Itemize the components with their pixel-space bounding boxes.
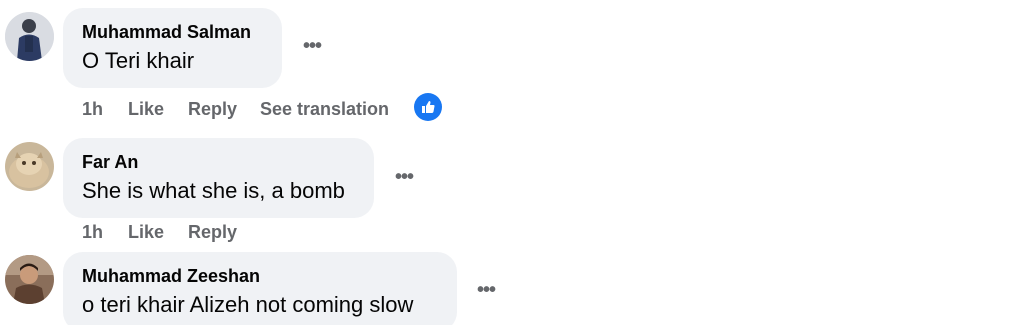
avatar[interactable] [5,142,54,191]
comment-text: She is what she is, a bomb [82,178,345,203]
comment-time[interactable]: 1h [82,221,103,243]
more-options-icon[interactable]: ••• [471,280,501,300]
comment-item: Muhammad Salman O Teri khair ••• 1h Like… [0,0,1025,130]
avatar-image [5,255,54,304]
comment-author[interactable]: Muhammad Salman [82,21,264,43]
more-options-icon[interactable]: ••• [389,167,419,187]
comment-item: Far An She is what she is, a bomb ••• 1h… [0,130,1025,245]
more-options-icon[interactable]: ••• [297,36,327,56]
thumbs-up-icon[interactable] [414,93,442,121]
avatar[interactable] [5,12,54,61]
avatar-image [5,12,54,61]
comment-bubble: Muhammad Salman O Teri khair [63,8,282,88]
comment-text: O Teri khair [82,48,195,73]
reply-link[interactable]: Reply [188,98,237,120]
comment-bubble: Muhammad Zeeshan o teri khair Alizeh not… [63,252,457,325]
comment-time[interactable]: 1h [82,98,103,120]
comment-author[interactable]: Muhammad Zeeshan [82,265,439,287]
comment-author[interactable]: Far An [82,151,356,173]
like-link[interactable]: Like [128,221,164,243]
comment-bubble: Far An She is what she is, a bomb [63,138,374,218]
reply-link[interactable]: Reply [188,221,237,243]
see-translation-link[interactable]: See translation [260,98,389,120]
comments-section: Muhammad Salman O Teri khair ••• 1h Like… [0,0,1025,325]
comment-text: o teri khair Alizeh not coming slow [82,292,414,317]
comment-item: Muhammad Zeeshan o teri khair Alizeh not… [0,245,1025,325]
avatar-image [5,142,54,191]
avatar[interactable] [5,255,54,304]
thumbs-up-glyph [422,101,435,113]
like-link[interactable]: Like [128,98,164,120]
